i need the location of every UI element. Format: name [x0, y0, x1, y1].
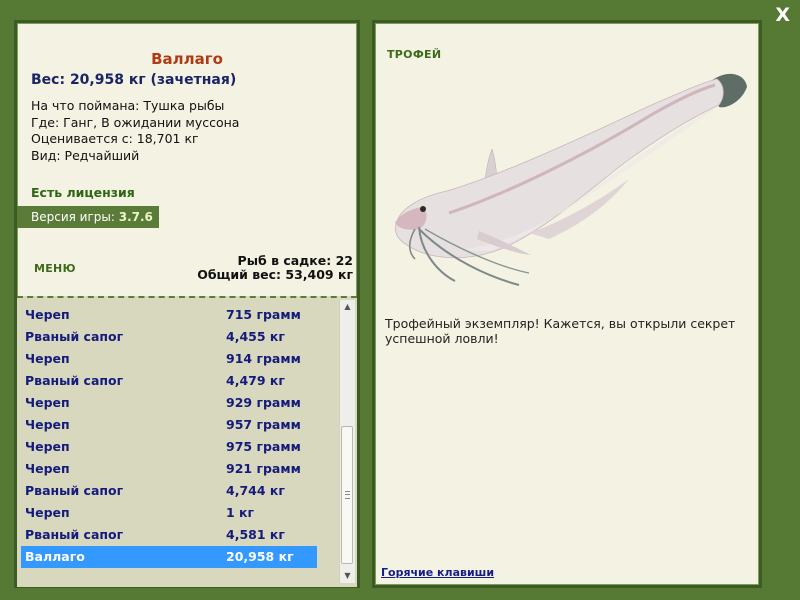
catch-list-row[interactable]: Рваный сапог 4,455 кг: [21, 326, 317, 348]
menu-button[interactable]: МЕНЮ: [34, 262, 76, 275]
catch-list-row[interactable]: Рваный сапог 4,581 кг: [21, 524, 317, 546]
catch-weight: 715 грамм: [226, 307, 301, 322]
catch-list[interactable]: Череп 715 грамм Рваный сапог 4,455 кг Череп 9…: [17, 296, 357, 587]
catch-list-row[interactable]: Валлаго 20,958 кг: [21, 546, 317, 568]
catch-name: Рваный сапог: [25, 329, 124, 344]
catch-name: Череп: [25, 351, 70, 366]
catch-name: Рваный сапог: [25, 373, 124, 388]
catch-weight: 4,581 кг: [226, 527, 285, 542]
catch-list-row[interactable]: Череп 929 грамм: [21, 392, 317, 414]
total-weight: Общий вес: 53,409 кг: [197, 267, 353, 282]
fish-details: На что поймана: Тушка рыбы Где: Ганг, В …: [31, 98, 239, 164]
close-button[interactable]: X: [775, 4, 790, 26]
fish-weight: Вес: 20,958 кг (зачетная): [31, 72, 237, 88]
trophy-panel: ТРОФЕЙ Трофейный экземпляр! Кажется, вы …: [372, 20, 762, 588]
catch-list-row[interactable]: Череп 914 грамм: [21, 348, 317, 370]
catch-name: Череп: [25, 439, 70, 454]
hotkeys-link[interactable]: Горячие клавиши: [381, 566, 494, 579]
catch-list-row[interactable]: Рваный сапог 4,479 кг: [21, 370, 317, 392]
scrollbar-thumb[interactable]: [341, 426, 353, 564]
scroll-down-arrow-icon[interactable]: ▼: [340, 569, 355, 583]
catch-list-row[interactable]: Череп 715 грамм: [21, 304, 317, 326]
catch-weight: 929 грамм: [226, 395, 301, 410]
fish-name-title: Валлаго: [151, 50, 223, 68]
catch-weight: 4,744 кг: [226, 483, 285, 498]
catch-name: Череп: [25, 417, 70, 432]
fish-count: Рыб в садке: 22: [237, 253, 353, 268]
catch-weight: 957 грамм: [226, 417, 301, 432]
catch-list-row[interactable]: Череп 957 грамм: [21, 414, 317, 436]
trophy-description: Трофейный экземпляр! Кажется, вы открыли…: [385, 316, 736, 346]
catch-weight: 4,479 кг: [226, 373, 285, 388]
version-badge: Версия игры: 3.7.6: [17, 206, 159, 228]
keepnet-stats: Рыб в садке: 22 Общий вес: 53,409 кг: [197, 254, 353, 282]
wallago-fish-image: [395, 73, 747, 286]
catch-name: Рваный сапог: [25, 527, 124, 542]
rarity-line: Вид: Редчайший: [31, 147, 140, 163]
catch-weight: 4,455 кг: [226, 329, 285, 344]
bait-line: На что поймана: Тушка рыбы: [31, 98, 225, 113]
fish-info-panel: Валлаго Вес: 20,958 кг (зачетная) На что…: [14, 20, 360, 588]
catch-list-row[interactable]: Череп 975 грамм: [21, 436, 317, 458]
grip-icon: [345, 491, 350, 499]
catch-list-row[interactable]: Рваный сапог 4,744 кг: [21, 480, 317, 502]
catch-weight: 1 кг: [226, 505, 255, 520]
catch-name: Рваный сапог: [25, 483, 124, 498]
catch-name: Череп: [25, 395, 70, 410]
scroll-up-arrow-icon[interactable]: ▲: [340, 300, 355, 314]
trophy-label: ТРОФЕЙ: [387, 48, 442, 61]
catch-weight: 921 грамм: [226, 461, 301, 476]
location-line: Где: Ганг, В ожидании муссона: [31, 114, 240, 130]
catch-list-row[interactable]: Череп 921 грамм: [21, 458, 317, 480]
version-label: Версия игры:: [31, 210, 115, 224]
catch-weight: 975 грамм: [226, 439, 301, 454]
scrollbar[interactable]: ▲ ▼: [339, 300, 355, 583]
catch-name: Череп: [25, 505, 70, 520]
catch-list-row[interactable]: Череп 1 кг: [21, 502, 317, 524]
catch-weight: 914 грамм: [226, 351, 301, 366]
value-line: Оценивается с: 18,701 кг: [31, 131, 199, 146]
version-number: 3.7.6: [118, 210, 153, 224]
license-status: Есть лицензия: [31, 185, 135, 200]
catch-name: Валлаго: [25, 549, 85, 564]
catch-name: Череп: [25, 307, 70, 322]
catch-weight: 20,958 кг: [226, 549, 294, 564]
catch-name: Череп: [25, 461, 70, 476]
